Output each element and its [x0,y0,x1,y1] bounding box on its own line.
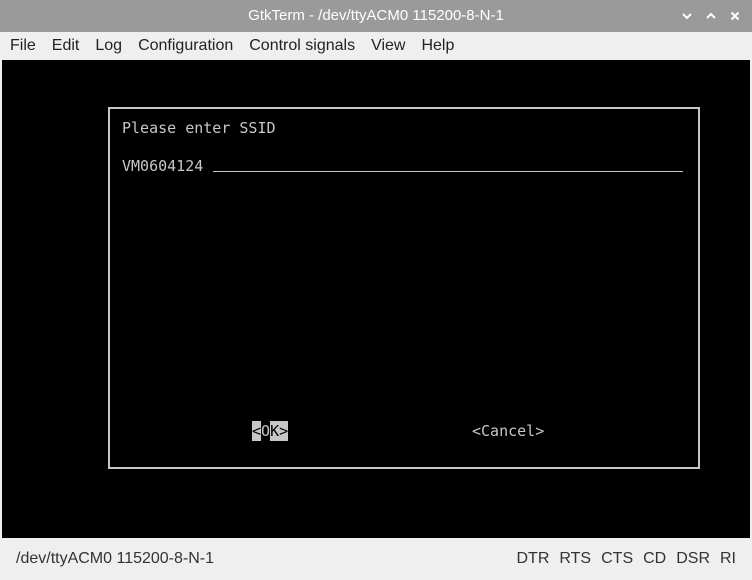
signal-rts: RTS [559,550,592,567]
ssid-input[interactable]: VM0604124 [122,156,683,176]
signal-ri: RI [720,550,736,567]
menu-control-signals[interactable]: Control signals [241,32,363,60]
dialog-prompt: Please enter SSID [122,119,276,137]
terminal-area[interactable]: Please enter SSID VM0604124 < O K > <Can… [2,60,750,538]
chevron-down-icon [682,13,692,20]
menu-view[interactable]: View [363,32,413,60]
menu-file[interactable]: File [0,32,44,60]
menu-edit[interactable]: Edit [44,32,88,60]
close-icon [730,11,740,21]
menu-bar: File Edit Log Configuration Control sign… [0,32,752,60]
ok-label-rest: K [270,421,280,441]
status-bar: /dev/ttyACM0 115200-8-N-1 DTR RTS CTS CD… [0,538,752,580]
port-settings-status: /dev/ttyACM0 115200-8-N-1 [16,550,215,567]
minimize-button[interactable] [676,5,698,27]
ok-bracket-open: < [252,421,262,441]
signal-dsr: DSR [676,550,710,567]
menu-log[interactable]: Log [87,32,130,60]
chevron-up-icon [706,12,716,19]
ssid-input-value: VM0604124 [122,157,204,175]
menu-help[interactable]: Help [413,32,462,60]
ssid-input-underline [213,171,683,172]
signal-cts: CTS [601,550,634,567]
signal-dtr: DTR [516,550,550,567]
title-bar[interactable]: GtkTerm - /dev/ttyACM0 115200-8-N-1 [0,0,752,32]
ok-button[interactable]: < O K > [252,421,289,441]
window-controls [674,0,746,32]
window-title: GtkTerm - /dev/ttyACM0 115200-8-N-1 [248,7,504,24]
close-button[interactable] [724,5,746,27]
ok-hotkey-letter: O [261,421,271,441]
control-signal-indicators: DTR RTS CTS CD DSR RI [507,538,737,580]
maximize-button[interactable] [700,5,722,27]
signal-cd: CD [643,550,667,567]
menu-configuration[interactable]: Configuration [130,32,241,60]
ok-bracket-close: > [279,421,289,441]
cancel-button[interactable]: <Cancel> [472,421,544,441]
